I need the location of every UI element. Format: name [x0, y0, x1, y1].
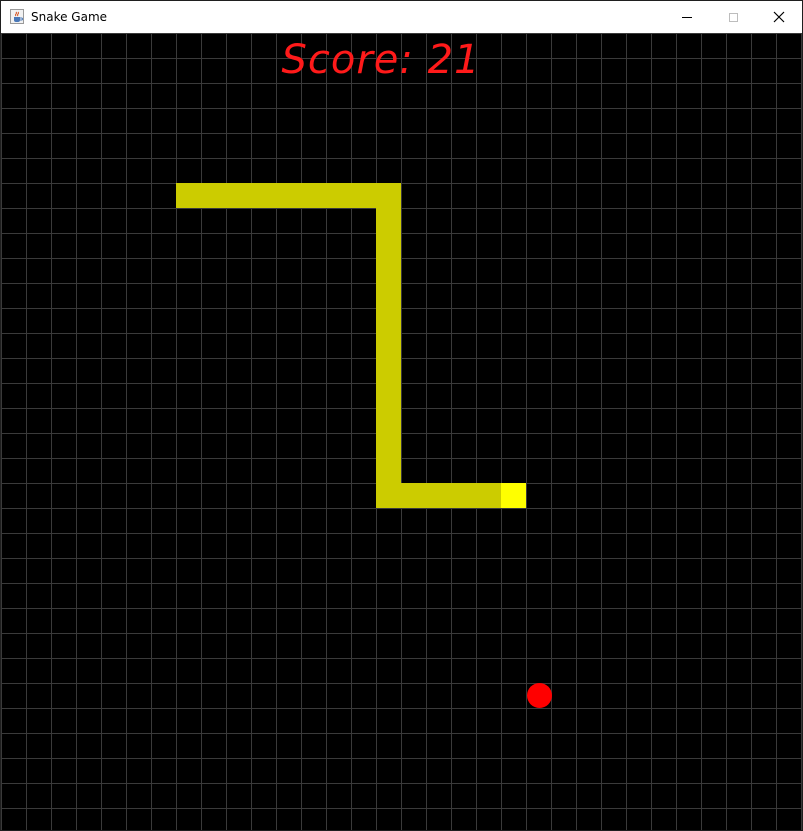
snake-body-segment: [376, 483, 501, 508]
minimize-icon: [682, 16, 692, 18]
snake-body-segment: [176, 183, 401, 208]
close-icon: [773, 11, 785, 23]
close-button[interactable]: [756, 1, 802, 33]
game-board[interactable]: Score: 21: [1, 33, 802, 830]
java-cup-icon: [10, 9, 24, 24]
snake-body-segment: [376, 183, 401, 508]
maximize-icon: [728, 12, 738, 22]
maximize-button[interactable]: [710, 1, 756, 33]
score-label: Score: 21: [281, 37, 481, 83]
snake-head: [501, 483, 526, 508]
grid-lines: [1, 33, 802, 830]
window-title: Snake Game: [31, 10, 108, 24]
food-apple: [527, 683, 552, 708]
minimize-button[interactable]: [664, 1, 710, 33]
title-bar[interactable]: Snake Game: [1, 1, 802, 33]
app-window: Snake Game Score: 21: [0, 0, 803, 831]
